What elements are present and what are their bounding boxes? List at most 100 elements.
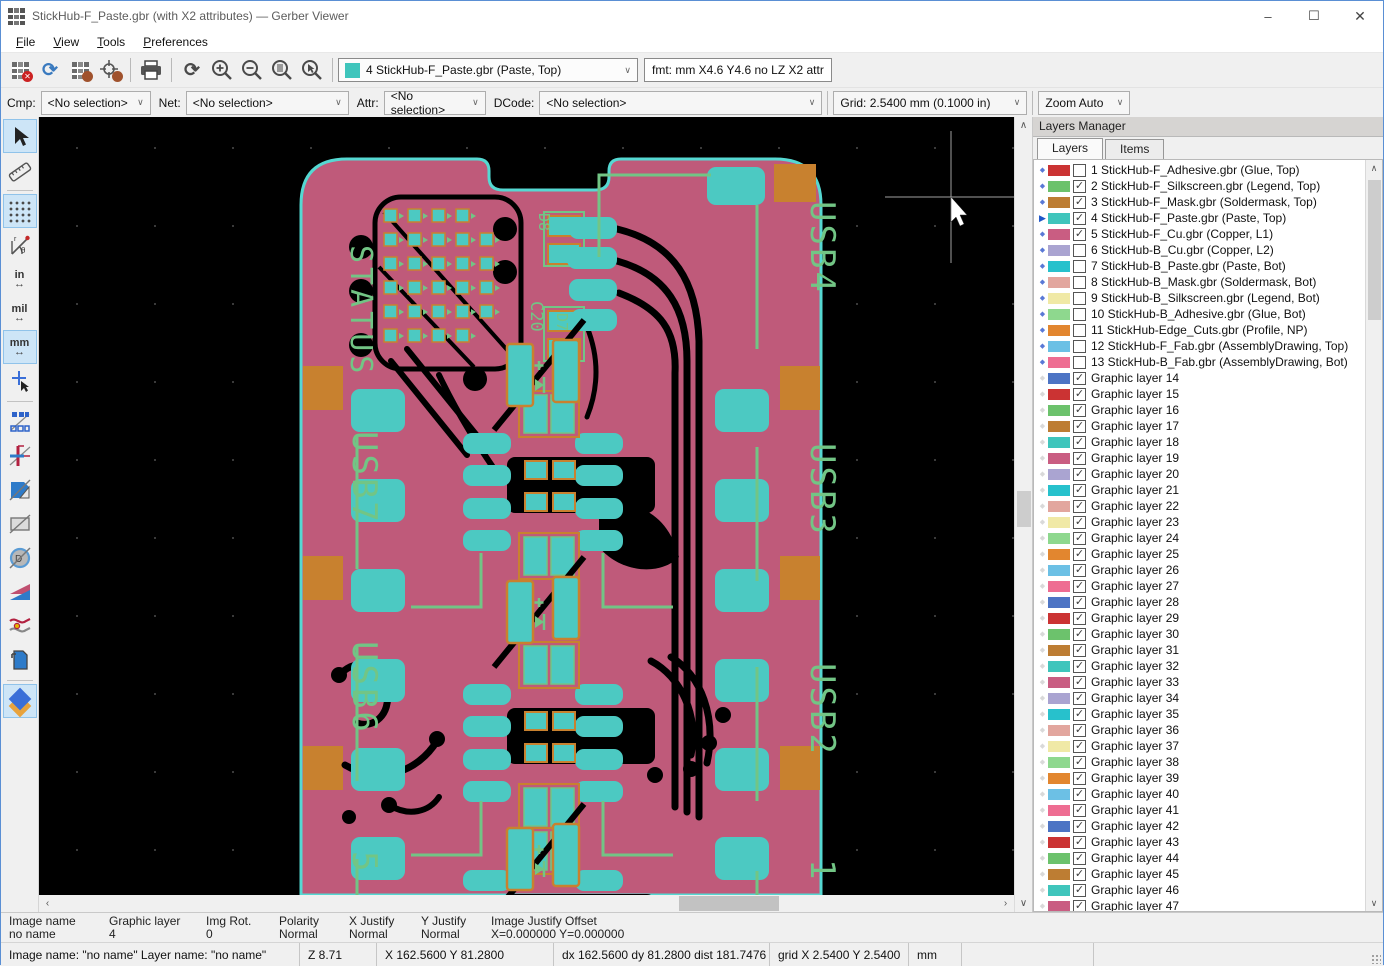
show-negative-objects-button[interactable] [3, 507, 37, 541]
layer-visibility-checkbox[interactable]: ✓ [1073, 228, 1086, 241]
net-select[interactable]: <No selection>∨ [186, 91, 349, 115]
select-tool-button[interactable] [3, 119, 37, 153]
layer-color-swatch[interactable] [1048, 421, 1070, 432]
layer-color-swatch[interactable] [1048, 773, 1070, 784]
layer-visibility-checkbox[interactable]: ✓ [1073, 180, 1086, 193]
layer-color-swatch[interactable] [1048, 549, 1070, 560]
layer-visibility-checkbox[interactable] [1073, 164, 1086, 177]
layers-diff-mode-button[interactable] [3, 575, 37, 609]
layer-color-swatch[interactable] [1048, 341, 1070, 352]
layer-color-swatch[interactable] [1048, 405, 1070, 416]
attr-select[interactable]: <No selection>∨ [384, 91, 486, 115]
layer-color-swatch[interactable] [1048, 501, 1070, 512]
units-inches-button[interactable]: in ↔ [3, 262, 37, 296]
scroll-up-icon[interactable]: ∧ [1015, 117, 1032, 134]
layer-visibility-checkbox[interactable] [1073, 340, 1086, 353]
layer-row[interactable]: ◆11 StickHub-Edge_Cuts.gbr (Profile, NP) [1034, 322, 1382, 338]
layer-visibility-checkbox[interactable]: ✓ [1073, 564, 1086, 577]
layer-row[interactable]: ◆✓Graphic layer 47 [1034, 898, 1382, 912]
sketch-flashed-items-button[interactable] [3, 405, 37, 439]
layer-visibility-checkbox[interactable]: ✓ [1073, 436, 1086, 449]
layer-color-swatch[interactable] [1048, 757, 1070, 768]
layer-color-swatch[interactable] [1048, 197, 1070, 208]
layer-visibility-checkbox[interactable]: ✓ [1073, 868, 1086, 881]
layer-visibility-checkbox[interactable]: ✓ [1073, 212, 1086, 225]
layer-color-swatch[interactable] [1048, 357, 1070, 368]
zoom-out-button[interactable] [237, 56, 267, 84]
show-page-limits-button[interactable] [3, 643, 37, 677]
layer-visibility-checkbox[interactable]: ✓ [1073, 420, 1086, 433]
menu-file[interactable]: File [7, 33, 44, 51]
layer-visibility-checkbox[interactable]: ✓ [1073, 484, 1086, 497]
layer-row[interactable]: ◆7 StickHub-B_Paste.gbr (Paste, Bot) [1034, 258, 1382, 274]
layer-row[interactable]: ◆✓Graphic layer 38 [1034, 754, 1382, 770]
layer-visibility-checkbox[interactable] [1073, 244, 1086, 257]
layer-visibility-checkbox[interactable] [1073, 356, 1086, 369]
layer-row[interactable]: ◆✓Graphic layer 40 [1034, 786, 1382, 802]
layer-color-swatch[interactable] [1048, 725, 1070, 736]
layer-visibility-checkbox[interactable]: ✓ [1073, 740, 1086, 753]
layer-visibility-checkbox[interactable]: ✓ [1073, 820, 1086, 833]
layer-color-swatch[interactable] [1048, 325, 1070, 336]
layer-visibility-checkbox[interactable] [1073, 308, 1086, 321]
refresh-view-button[interactable]: ⟳ [177, 56, 207, 84]
open-gerber-file-button[interactable] [65, 56, 95, 84]
full-screen-cursor-button[interactable] [3, 364, 37, 398]
layer-row[interactable]: ◆✓Graphic layer 25 [1034, 546, 1382, 562]
layer-row[interactable]: ◆✓3 StickHub-F_Mask.gbr (Soldermask, Top… [1034, 194, 1382, 210]
layer-color-swatch[interactable] [1048, 837, 1070, 848]
layer-visibility-checkbox[interactable]: ✓ [1073, 628, 1086, 641]
layer-color-swatch[interactable] [1048, 373, 1070, 384]
zoom-selection-button[interactable] [297, 56, 327, 84]
layer-row[interactable]: ◆✓Graphic layer 26 [1034, 562, 1382, 578]
open-drill-file-button[interactable] [95, 56, 125, 84]
layer-row[interactable]: ◆✓Graphic layer 19 [1034, 450, 1382, 466]
layer-color-swatch[interactable] [1048, 677, 1070, 688]
layer-visibility-checkbox[interactable]: ✓ [1073, 772, 1086, 785]
layer-color-swatch[interactable] [1048, 821, 1070, 832]
layer-row[interactable]: ◆✓Graphic layer 21 [1034, 482, 1382, 498]
layer-color-swatch[interactable] [1048, 581, 1070, 592]
layer-visibility-checkbox[interactable]: ✓ [1073, 404, 1086, 417]
layer-color-swatch[interactable] [1048, 517, 1070, 528]
canvas-horizontal-scrollbar[interactable]: ‹ › [39, 895, 1014, 912]
dcode-select[interactable]: <No selection>∨ [539, 91, 822, 115]
layer-color-swatch[interactable] [1048, 165, 1070, 176]
layer-visibility-checkbox[interactable]: ✓ [1073, 612, 1086, 625]
layer-row[interactable]: ◆✓Graphic layer 31 [1034, 642, 1382, 658]
active-layer-select[interactable]: 4 StickHub-F_Paste.gbr (Paste, Top) ∨ [338, 58, 638, 82]
layer-visibility-checkbox[interactable]: ✓ [1073, 516, 1086, 529]
layer-row[interactable]: ◆✓Graphic layer 29 [1034, 610, 1382, 626]
layer-row[interactable]: ◆13 StickHub-B_Fab.gbr (AssemblyDrawing,… [1034, 354, 1382, 370]
canvas-vertical-scrollbar[interactable]: ∧ ∨ [1014, 117, 1032, 912]
layer-row[interactable]: ◆✓Graphic layer 17 [1034, 418, 1382, 434]
layer-row[interactable]: ◆1 StickHub-F_Adhesive.gbr (Glue, Top) [1034, 162, 1382, 178]
layer-row[interactable]: ◆✓Graphic layer 14 [1034, 370, 1382, 386]
zoom-in-button[interactable] [207, 56, 237, 84]
layer-visibility-checkbox[interactable]: ✓ [1073, 452, 1086, 465]
layer-visibility-checkbox[interactable] [1073, 260, 1086, 273]
layer-color-swatch[interactable] [1048, 485, 1070, 496]
layer-visibility-checkbox[interactable] [1073, 276, 1086, 289]
layer-color-swatch[interactable] [1048, 693, 1070, 704]
layer-row[interactable]: ◆✓Graphic layer 23 [1034, 514, 1382, 530]
layer-color-swatch[interactable] [1048, 661, 1070, 672]
layer-row[interactable]: ◆✓Graphic layer 44 [1034, 850, 1382, 866]
layer-color-swatch[interactable] [1048, 597, 1070, 608]
layer-visibility-checkbox[interactable]: ✓ [1073, 596, 1086, 609]
layer-color-swatch[interactable] [1048, 901, 1070, 912]
layer-visibility-checkbox[interactable]: ✓ [1073, 676, 1086, 689]
layer-visibility-checkbox[interactable]: ✓ [1073, 804, 1086, 817]
vertical-scroll-thumb[interactable] [1017, 491, 1031, 527]
sketch-polygons-button[interactable] [3, 473, 37, 507]
layer-visibility-checkbox[interactable]: ✓ [1073, 708, 1086, 721]
high-contrast-mode-button[interactable] [3, 609, 37, 643]
layer-row[interactable]: ▶✓4 StickHub-F_Paste.gbr (Paste, Top) [1034, 210, 1382, 226]
scroll-up-icon[interactable]: ∧ [1366, 160, 1382, 176]
layer-color-swatch[interactable] [1048, 277, 1070, 288]
layer-visibility-checkbox[interactable]: ✓ [1073, 852, 1086, 865]
layer-row[interactable]: ◆✓Graphic layer 32 [1034, 658, 1382, 674]
measure-tool-button[interactable] [3, 153, 37, 187]
layer-visibility-checkbox[interactable] [1073, 324, 1086, 337]
scroll-down-icon[interactable]: ∨ [1366, 895, 1382, 911]
